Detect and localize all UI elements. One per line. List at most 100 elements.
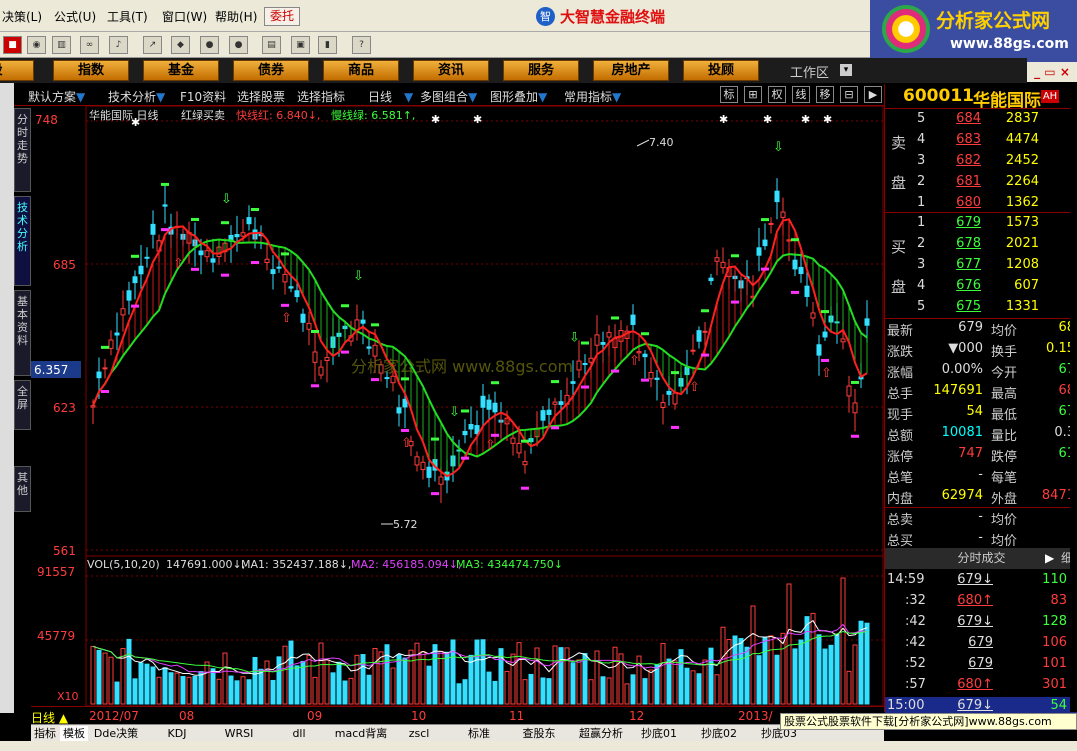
menu-help[interactable]: 帮助(H) [215,8,257,25]
tab-wrsi[interactable]: WRSI [219,726,259,741]
volume-bar [162,667,168,705]
vol-value: 147691.000↓, [166,558,245,571]
tab-fullscreen[interactable]: 全屏 [14,380,31,430]
tab-template[interactable]: 模板 [60,726,88,741]
volume-bar [696,673,702,705]
category-bond[interactable]: 债券 [233,60,309,81]
tool-grid-icon[interactable]: ⊞ [744,86,762,103]
select-stock-button[interactable]: 选择股票 [237,88,285,105]
tab-technical[interactable]: 技术分析 [14,196,31,286]
menu-formula[interactable]: 公式(U) [54,8,96,25]
category-advisor[interactable]: 投顾 [683,60,759,81]
ad-banner[interactable]: 股票公式股票软件下载[分析家公式网]www.88gs.com [780,713,1077,730]
f10-button[interactable]: F10资料 [180,88,226,105]
tab-other[interactable]: 其他 [14,466,31,512]
volume-bar [354,654,360,705]
tool-window-icon[interactable]: ⊟ [840,86,858,103]
tab-bottom02[interactable]: 抄底02 [697,726,741,741]
diamond-icon[interactable]: ◆ [171,36,190,54]
bell-icon[interactable]: ♪ [109,36,128,54]
tab-kdj[interactable]: KDJ [157,726,197,741]
menu-decision[interactable]: 决策(L) [2,8,42,25]
scheme-select[interactable]: 默认方案▼ [28,88,85,105]
tool-line[interactable]: 线 [792,86,810,103]
help-cursor-icon[interactable]: ? [352,36,371,54]
barcode-icon[interactable]: ▥ [52,36,71,54]
tab-bottom01[interactable]: 抄底01 [637,726,681,741]
sell-signal-icon: ⇩ [773,140,784,155]
tab-indicator[interactable]: 指标 [31,726,59,741]
buy-signal-icon: ⇧ [485,438,496,453]
bottom-marker [851,434,859,438]
bottom-marker [611,369,619,373]
select-indicator-button[interactable]: 选择指标 [297,88,345,105]
chart-up-icon[interactable]: ↗ [143,36,162,54]
volume-bar [156,676,162,705]
ticks-header[interactable]: 分时成交 ▶ 细 [885,548,1077,569]
top-marker [491,381,499,385]
stat-label: 涨幅 [887,366,914,381]
volume-bar [186,676,192,705]
print-icon[interactable]: ▤ [262,36,281,54]
common-indicator-select[interactable]: 常用指标▼ [564,88,621,105]
books-icon[interactable]: ▮ [318,36,337,54]
overlay-select[interactable]: 图形叠加▼ [490,88,547,105]
red-ball-icon[interactable]: ● [200,36,219,54]
tab-dll[interactable]: dll [281,726,317,741]
category-stock[interactable]: 股 [0,60,34,81]
category-realestate[interactable]: 房地产 [593,60,669,81]
tool-mark[interactable]: 标 [720,86,738,103]
tool-move[interactable]: 移 [816,86,834,103]
candle-body [768,222,774,225]
buy-volume: 2021 [1005,236,1039,251]
window-controls[interactable]: _ ▭ × [1027,62,1077,82]
candle-body [492,402,498,413]
analysis-select[interactable]: 技术分析▼ [108,88,165,105]
tab-standard[interactable]: 标准 [461,726,497,741]
buy-signal-icon: ⇧ [689,380,700,395]
tab-dde[interactable]: Dde决策 [91,726,141,741]
stop-icon[interactable]: ■ [3,36,22,54]
right-edge [1070,84,1077,712]
tab-shareholders[interactable]: 查股东 [517,726,561,741]
menu-tools[interactable]: 工具(T) [107,8,148,25]
kline-chart[interactable]: ⇧⇩⇧⇩⇧⇩⇧⇩⇧⇧⇩⇧✱ ✱ ✱ ✱ ✱ ✱ ✱ 748 685 623 561 6.35… [31,106,884,706]
category-commodity[interactable]: 商品 [323,60,399,81]
candle-body [234,234,240,238]
candle-body [546,409,552,416]
candle-body [762,239,768,247]
workarea-dropdown-icon[interactable]: ▾ [840,64,852,76]
volume-bar [294,665,300,705]
category-index[interactable]: 指数 [53,60,129,81]
entrust-button[interactable]: 委托 [264,7,300,26]
multi-chart-select[interactable]: 多图组合▼ [420,88,477,105]
buy-level: 1 [917,215,926,230]
volume-bar [210,668,216,705]
category-news[interactable]: 资讯 [413,60,489,81]
stock-code[interactable]: 600011 [903,86,974,106]
category-service[interactable]: 服务 [503,60,579,81]
tick-time: :42 [905,614,926,629]
period-select[interactable]: 日线 ▼ [368,88,413,105]
tool-play-icon[interactable]: ▶ [864,86,882,103]
candle-body [126,290,132,301]
blue-ball-icon[interactable]: ● [229,36,248,54]
category-fund[interactable]: 基金 [143,60,219,81]
tab-macd[interactable]: macd背离 [333,726,389,741]
workarea-label[interactable]: 工作区 [790,62,829,81]
sell-price: 681 [956,174,981,189]
window-icon[interactable]: ▣ [291,36,310,54]
eye-icon[interactable]: ◉ [27,36,46,54]
volume-bar [126,638,132,705]
buy-signal-icon: ⇧ [401,436,412,451]
tab-zscl[interactable]: zscl [401,726,437,741]
tab-intraday[interactable]: 分时走势 [14,108,31,192]
binocular-icon[interactable]: ∞ [80,36,99,54]
tab-fundamental[interactable]: 基本资料 [14,290,31,376]
tool-rights[interactable]: 权 [768,86,786,103]
tab-super-win[interactable]: 超赢分析 [573,726,629,741]
logo-url: www.88gs.com [950,36,1069,52]
volume-bar [648,669,654,705]
menu-window[interactable]: 窗口(W) [162,8,207,25]
fast-line-label: 快线红: 6.840↓, [236,108,320,122]
